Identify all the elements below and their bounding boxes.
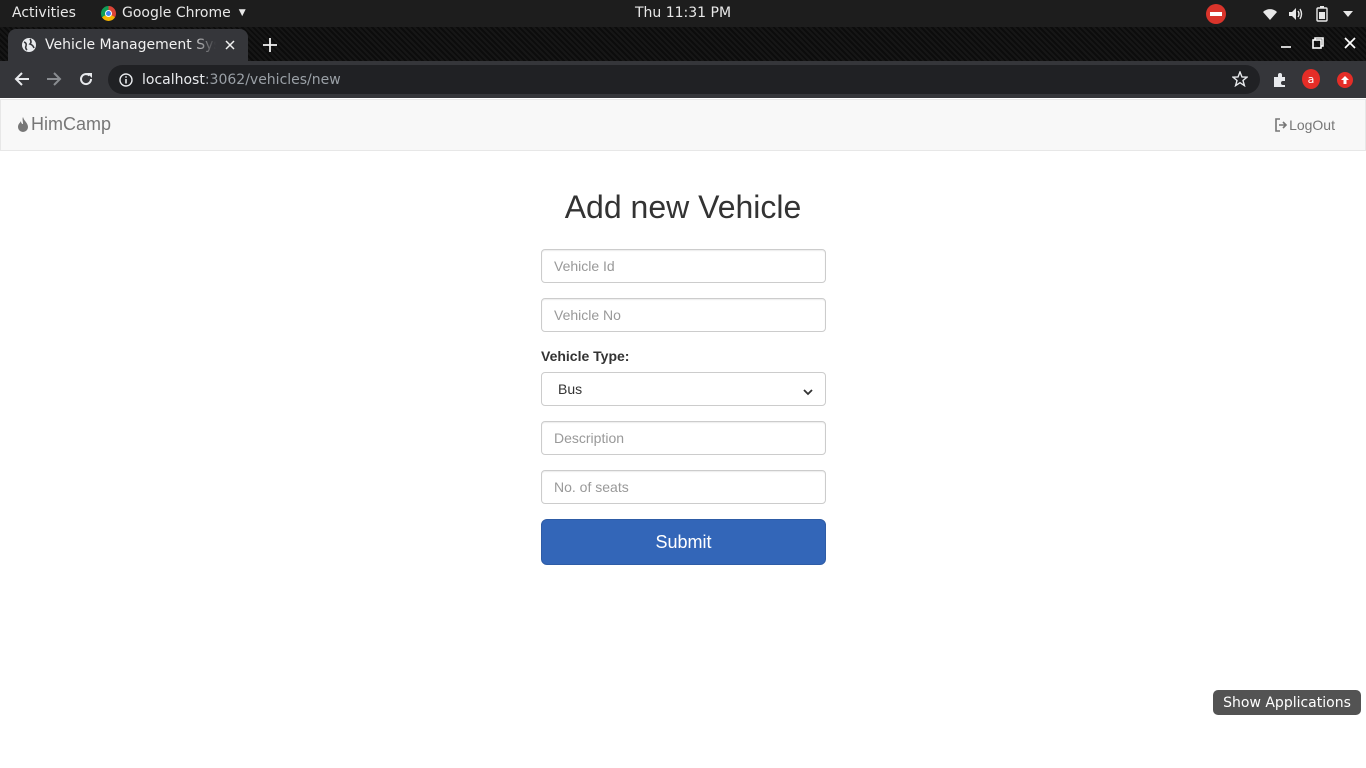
url-path: :3062/vehicles/new bbox=[204, 71, 341, 88]
description-input[interactable] bbox=[541, 421, 826, 455]
extensions-puzzle-icon[interactable] bbox=[1271, 71, 1289, 89]
minimize-icon[interactable] bbox=[1278, 35, 1294, 51]
app-menu[interactable]: Google Chrome ▼ bbox=[101, 5, 246, 21]
system-top-bar: Activities Google Chrome ▼ Thu 11:31 PM bbox=[0, 0, 1366, 27]
close-window-icon[interactable] bbox=[1342, 35, 1358, 51]
chevron-down-icon bbox=[803, 384, 813, 396]
site-info-icon[interactable] bbox=[118, 72, 134, 88]
url-host: localhost bbox=[142, 71, 205, 88]
activities-button[interactable]: Activities bbox=[12, 5, 76, 21]
vehicle-type-label: Vehicle Type: bbox=[541, 348, 630, 364]
battery-icon bbox=[1314, 6, 1330, 22]
brand-link[interactable]: HimCamp bbox=[16, 114, 111, 135]
vehicle-type-select[interactable]: Bus bbox=[541, 372, 826, 406]
logout-link[interactable]: LogOut bbox=[1274, 117, 1335, 133]
logout-label: LogOut bbox=[1289, 117, 1335, 133]
submit-button[interactable]: Submit bbox=[541, 519, 826, 565]
system-menu-caret-icon[interactable] bbox=[1340, 6, 1356, 22]
show-applications-tooltip: Show Applications bbox=[1213, 690, 1361, 715]
vehicle-id-input[interactable] bbox=[541, 249, 826, 283]
caret-down-icon: ▼ bbox=[238, 8, 246, 18]
volume-icon bbox=[1288, 6, 1304, 22]
forward-arrow-icon[interactable] bbox=[45, 70, 63, 88]
browser-tab[interactable]: Vehicle Management System bbox=[8, 29, 248, 61]
address-bar[interactable]: localhost:3062/vehicles/new bbox=[108, 65, 1260, 94]
seats-input[interactable] bbox=[541, 470, 826, 504]
back-arrow-icon[interactable] bbox=[13, 70, 31, 88]
reload-icon[interactable] bbox=[77, 70, 95, 88]
window-controls bbox=[1278, 35, 1358, 51]
new-tab-plus-icon[interactable] bbox=[260, 35, 280, 55]
app-menu-label: Google Chrome bbox=[122, 5, 231, 21]
system-tray[interactable] bbox=[1206, 4, 1356, 24]
restore-icon[interactable] bbox=[1310, 35, 1326, 51]
globe-icon bbox=[21, 37, 37, 53]
brand-name: HimCamp bbox=[31, 114, 112, 134]
update-arrow-icon[interactable] bbox=[1336, 71, 1354, 89]
vehicle-type-value: Bus bbox=[558, 381, 583, 397]
do-not-disturb-icon[interactable] bbox=[1206, 4, 1226, 24]
profile-avatar[interactable]: a bbox=[1302, 69, 1320, 89]
chrome-icon bbox=[101, 5, 116, 21]
wifi-icon bbox=[1262, 6, 1278, 22]
vehicle-no-input[interactable] bbox=[541, 298, 826, 332]
page-title: Add new Vehicle bbox=[564, 189, 802, 225]
close-tab-icon[interactable] bbox=[222, 37, 238, 53]
browser-toolbar: localhost:3062/vehicles/new a bbox=[0, 61, 1366, 98]
fire-icon bbox=[16, 116, 30, 133]
log-out-icon bbox=[1274, 118, 1288, 132]
bookmark-star-icon[interactable] bbox=[1231, 70, 1249, 88]
clock[interactable]: Thu 11:31 PM bbox=[635, 5, 731, 21]
tab-title: Vehicle Management System bbox=[45, 37, 216, 53]
browser-tab-strip: Vehicle Management System bbox=[0, 27, 1366, 61]
app-navbar: HimCamp LogOut bbox=[0, 99, 1366, 151]
